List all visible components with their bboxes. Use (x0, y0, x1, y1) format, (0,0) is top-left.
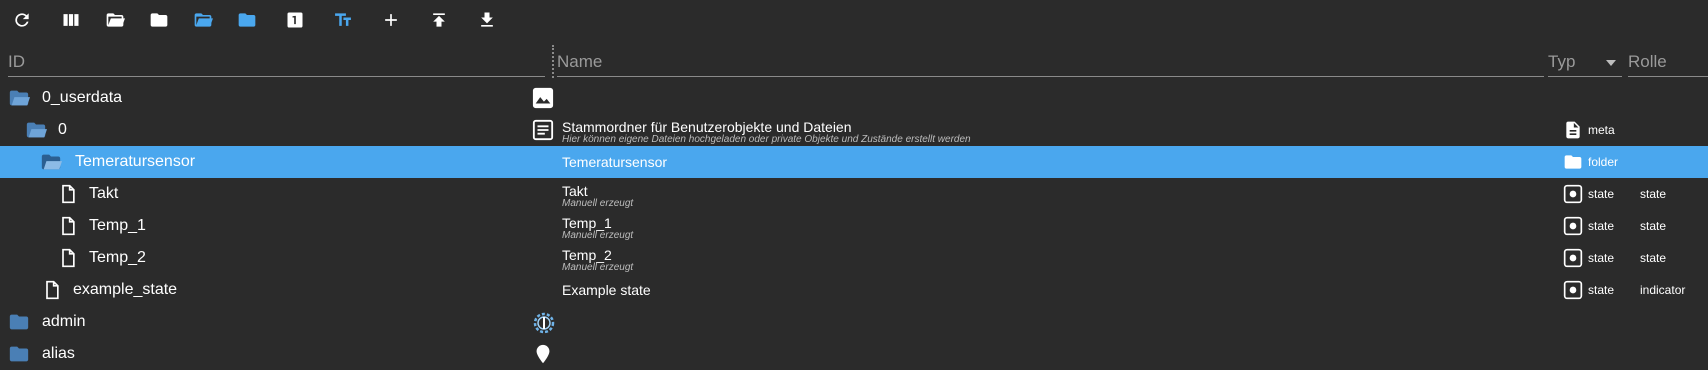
image-icon (532, 87, 554, 109)
row-name: Temp_1 (562, 215, 612, 231)
file-icon (58, 210, 78, 242)
row-type: state (1588, 251, 1615, 265)
tree-row[interactable]: Temp_2 Temp_2 Manuell erzeugt state stat… (0, 242, 1708, 274)
row-description: Hier können eigene Dateien hochgeladen o… (562, 134, 971, 145)
download-icon[interactable] (473, 8, 501, 32)
row-name: Temp_2 (562, 247, 612, 263)
tree-row[interactable]: admin (0, 306, 1708, 338)
toolbar (0, 0, 1708, 40)
row-role: state (1640, 251, 1667, 265)
row-id: admin (42, 313, 86, 330)
tree-row-selected[interactable]: Temeratursensor Temeratursensor folder (0, 146, 1708, 178)
tree-row[interactable]: alias (0, 338, 1708, 370)
expand-all-icon[interactable] (189, 8, 217, 32)
type-filter-label: Typ (1548, 52, 1576, 71)
text-size-icon[interactable] (329, 8, 357, 32)
tree-row[interactable]: Takt Takt Manuell erzeugt state state (0, 178, 1708, 210)
role-filter-input[interactable]: Rolle (1628, 47, 1708, 77)
id-filter-input[interactable]: ID (8, 47, 545, 77)
row-id: 0_userdata (42, 89, 123, 106)
columns-icon[interactable] (57, 8, 85, 32)
row-type: meta (1588, 123, 1615, 137)
file-icon (42, 274, 62, 306)
refresh-icon[interactable] (8, 8, 36, 32)
row-type: state (1588, 283, 1615, 297)
meta-file-icon (1563, 120, 1583, 140)
folder-closed-icon[interactable] (145, 8, 173, 32)
chevron-down-icon (1606, 60, 1616, 66)
folder-closed-icon (1563, 152, 1583, 172)
column-splitter[interactable] (552, 45, 554, 78)
folder-closed-icon[interactable] (6, 306, 32, 338)
row-description: Manuell erzeugt (562, 230, 634, 241)
tree-row[interactable]: example_state Example state state indica… (0, 274, 1708, 306)
row-name: Temeratursensor (562, 154, 668, 170)
row-id: Takt (89, 185, 119, 202)
row-description: Manuell erzeugt (562, 262, 634, 273)
numbered-view-icon[interactable] (281, 8, 309, 32)
upload-icon[interactable] (425, 8, 453, 32)
tree-row[interactable]: 0 Stammordner für Benutzerobjekte und Da… (0, 114, 1708, 146)
row-id: 0 (58, 121, 67, 138)
row-name: Takt (562, 183, 588, 199)
file-icon (58, 242, 78, 274)
row-id: Temeratursensor (75, 153, 196, 170)
folder-open-icon[interactable] (38, 146, 64, 178)
row-type: state (1588, 219, 1615, 233)
row-role: indicator (1640, 283, 1686, 297)
row-type: state (1588, 187, 1615, 201)
document-icon (532, 119, 554, 141)
row-id: Temp_2 (89, 249, 146, 266)
row-description: Manuell erzeugt (562, 198, 634, 209)
state-icon (1563, 280, 1583, 300)
row-type: folder (1588, 155, 1619, 169)
row-role: state (1640, 187, 1667, 201)
admin-gear-icon (532, 311, 555, 334)
tree-row[interactable]: 0_userdata (0, 82, 1708, 114)
add-icon[interactable] (377, 8, 405, 32)
folder-open-icon[interactable] (6, 82, 32, 114)
state-icon (1563, 184, 1583, 204)
row-id: example_state (73, 281, 178, 298)
row-role: state (1640, 219, 1667, 233)
tree-row[interactable]: Temp_1 Temp_1 Manuell erzeugt state stat… (0, 210, 1708, 242)
row-id: Temp_1 (89, 217, 146, 234)
folder-open-icon[interactable] (101, 8, 129, 32)
folder-closed-icon[interactable] (6, 338, 32, 370)
name-filter-input[interactable]: Name (557, 47, 1544, 77)
row-id: alias (42, 345, 75, 362)
row-name: Stammordner für Benutzerobjekte und Date… (562, 119, 852, 135)
type-filter-select[interactable]: Typ (1548, 47, 1622, 77)
state-icon (1563, 216, 1583, 236)
folder-open-icon[interactable] (23, 114, 49, 146)
file-icon (58, 178, 78, 210)
collapse-all-icon[interactable] (233, 8, 261, 32)
row-name: Example state (562, 282, 651, 298)
state-icon (1563, 248, 1583, 268)
